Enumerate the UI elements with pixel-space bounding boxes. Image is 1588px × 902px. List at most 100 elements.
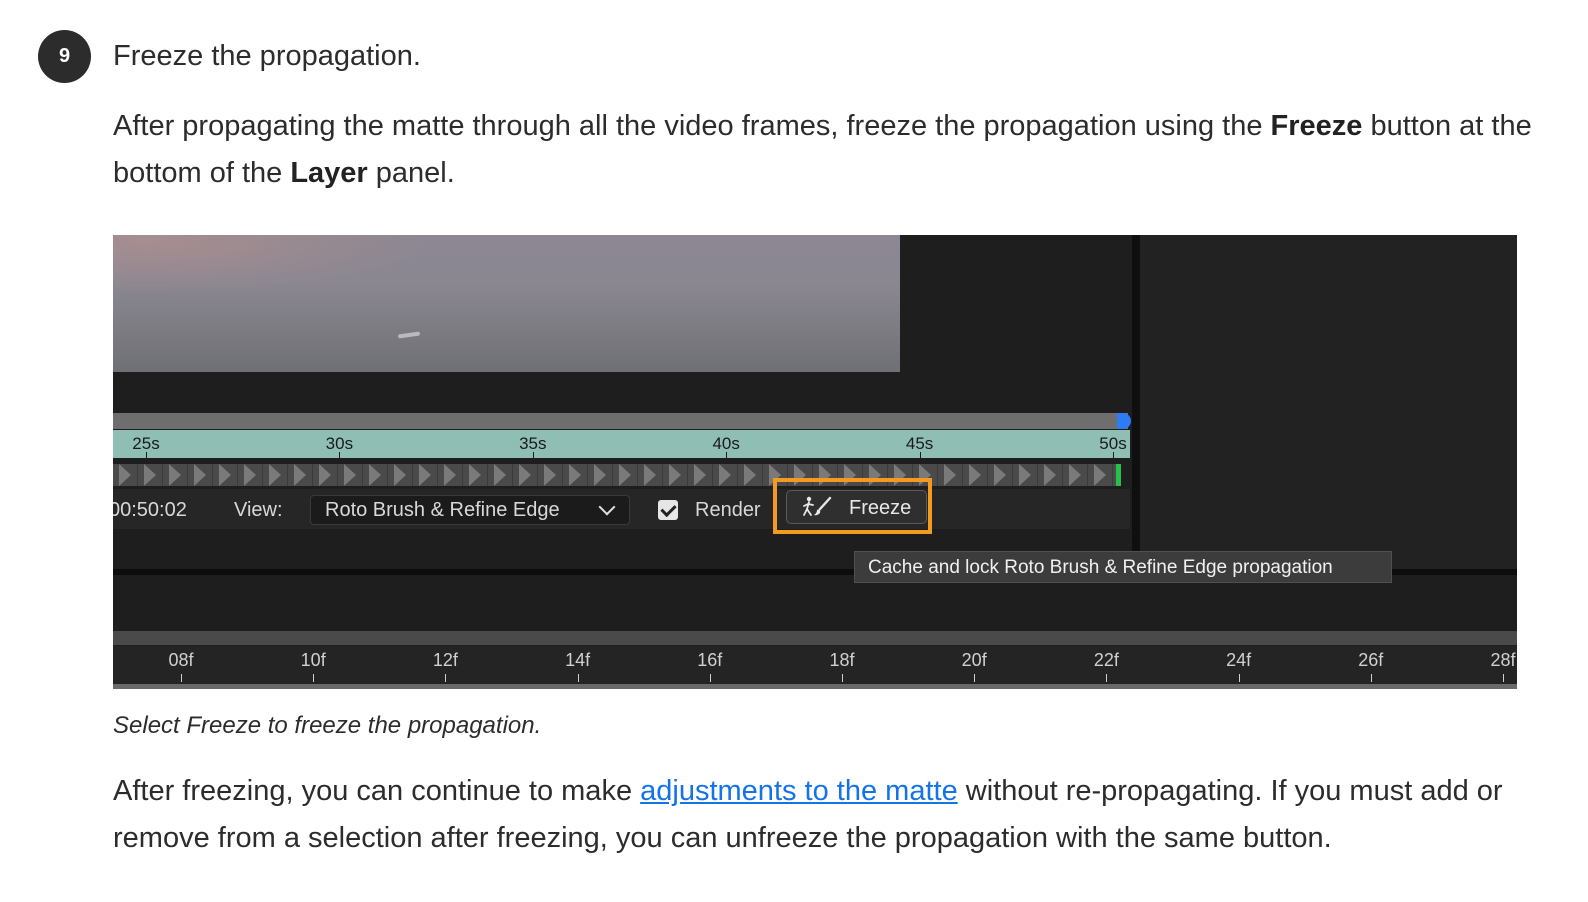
freeze-tooltip: Cache and lock Roto Brush & Refine Edge … [854,551,1392,583]
propagation-chevron [269,464,281,486]
frame-tick [974,674,976,682]
propagation-chevron [969,464,981,486]
view-label: View: [234,499,283,521]
propagation-chevron [744,464,756,486]
timeline-bottom-bar [113,684,1517,689]
propagation-chevron [419,464,431,486]
video-preview [113,235,900,372]
frame-label-20f: 20f [961,650,987,670]
ruler-tick [1113,452,1114,458]
propagation-chevron [469,464,481,486]
frame-label-26f: 26f [1358,650,1384,670]
ruler-tick [726,452,728,458]
propagation-track [113,464,1118,486]
ruler-label-30s: 30s [325,434,354,453]
layer-panel-screenshot: 25s 30s 35s 40s 45s 50s 00:50:02 View: Roto B… [113,235,1517,689]
frame-tick [1503,674,1504,682]
propagation-chevron [994,464,1006,486]
frame-tick [313,674,315,682]
propagation-chevron [644,464,656,486]
frame-label-18f: 18f [829,650,855,670]
tooltip-text: Cache and lock Roto Brush & Refine Edge … [868,557,1333,578]
frame-tick [709,674,711,682]
frame-label-10f: 10f [300,650,326,670]
propagation-chevron [444,464,456,486]
frame-label-14f: 14f [565,650,591,670]
ruler-label-25s: 25s [132,434,160,453]
propagation-chevron [594,464,606,486]
propagation-chevron [519,464,531,486]
propagation-chevron [169,464,181,486]
paragraph-after-freezing: After freezing, you can continue to make… [113,768,1533,862]
propagation-chevron [1069,464,1081,486]
frame-tick [181,674,182,682]
view-dropdown[interactable]: Roto Brush & Refine Edge [310,495,630,525]
frame-tick [577,674,579,682]
frame-tick [445,674,447,682]
freeze-highlight-box [773,478,932,534]
propagation-chevron [219,464,231,486]
time-ruler[interactable]: 25s 30s 35s 40s 45s 50s [113,430,1130,458]
work-area-bar[interactable] [113,413,1128,429]
video-detail [397,331,421,339]
ruler-label-35s: 35s [519,434,547,453]
propagation-chevron [394,464,406,486]
frame-label-12f: 12f [432,650,458,670]
propagation-chevron [119,464,131,486]
propagation-chevron [944,464,956,486]
propagation-chevron [344,464,356,486]
timeline-header-bar [113,631,1517,645]
paragraph-text: After propagating the matte through all … [113,110,1271,142]
bold-freeze: Freeze [1270,110,1363,142]
propagation-chevron [669,464,681,486]
propagation-chevron [544,464,556,486]
propagation-chevron [144,464,156,486]
panel-divider [1132,235,1140,575]
current-frame-marker[interactable] [1116,464,1121,486]
work-area-end-handle[interactable] [1117,413,1131,429]
ruler-tick [146,452,147,458]
propagation-chevron [619,464,631,486]
propagation-chevron [719,464,731,486]
ruler-tick [532,452,534,458]
frame-tick [1238,674,1240,682]
paragraph-text: panel. [367,157,455,189]
frame-tick [1370,674,1372,682]
propagation-chevron [294,464,306,486]
layer-panel-controls: 00:50:02 View: Roto Brush & Refine Edge … [113,489,1130,529]
frame-label-24f: 24f [1226,650,1252,670]
propagation-chevron [1044,464,1056,486]
frame-tick [842,674,843,682]
chevron-down-icon [598,498,616,516]
ruler-label-45s: 45s [905,434,934,453]
ruler-tick [339,452,341,458]
propagation-chevron [1094,464,1106,486]
step-title: Freeze the propagation. [113,40,421,72]
bold-layer: Layer [290,157,368,189]
propagation-chevron [569,464,581,486]
frame-tick [1106,674,1108,682]
frame-ruler[interactable]: 08f 10f 12f 14f 16f 18f 20f 22f 24f 26f 28f [113,646,1517,684]
ruler-label-40s: 40s [712,434,740,453]
paragraph-text: After freezing, you can continue to make [113,775,641,807]
ruler-label-50s: 50s [1099,434,1127,453]
view-dropdown-value: Roto Brush & Refine Edge [325,499,560,521]
timecode[interactable]: 00:50:02 [113,499,187,522]
propagation-chevron [494,464,506,486]
ruler-tick [919,452,921,458]
propagation-chevron [194,464,206,486]
paragraph-freeze-instructions: After propagating the matte through all … [113,103,1533,197]
propagation-chevron [319,464,331,486]
propagation-chevron [369,464,381,486]
propagation-chevron [1019,464,1031,486]
figure-caption: Select Freeze to freeze the propagation. [113,712,542,739]
right-panel [1140,235,1517,571]
render-label: Render [695,499,761,521]
propagation-chevron [694,464,706,486]
frame-label-22f: 22f [1093,650,1119,670]
step-number-badge: 9 [38,30,91,83]
render-checkbox[interactable] [658,500,678,520]
frame-label-08f: 08f [168,650,194,670]
frame-label-16f: 16f [697,650,723,670]
adjustments-link[interactable]: adjustments to the matte [640,775,958,807]
